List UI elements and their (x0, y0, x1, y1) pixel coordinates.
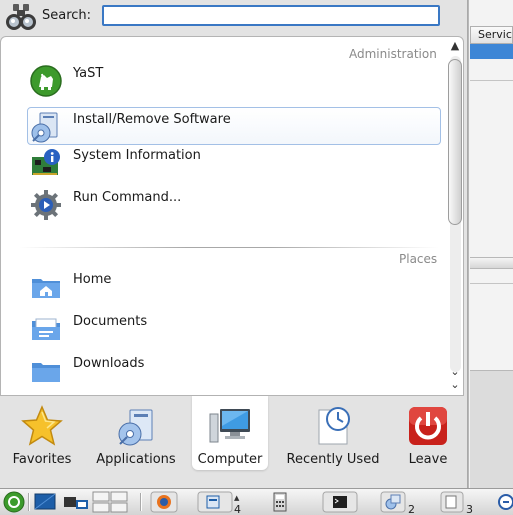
taskbar-separator (140, 493, 142, 511)
item-label: Run Command... (73, 190, 182, 205)
background-column-header[interactable]: Service (470, 26, 513, 44)
documents-folder-icon (32, 318, 60, 340)
network-icon[interactable] (496, 491, 513, 513)
scroll-up-button[interactable]: ▲ (446, 39, 464, 53)
task-group-count: 3 (466, 503, 473, 515)
tab-label: Recently Used (286, 452, 380, 467)
install-software-icon (31, 112, 58, 143)
show-desktop-icon[interactable] (33, 491, 57, 513)
background-lower-panel (470, 370, 513, 488)
list-item-home[interactable]: Home (27, 267, 441, 305)
task-group-count: 4 (234, 503, 241, 515)
file-manager-icon[interactable] (440, 491, 464, 513)
list-item-install-remove-software[interactable]: Install/Remove Software (27, 107, 441, 145)
tab-label: Favorites (12, 452, 72, 467)
results-scrollbar[interactable]: ▲ ⌄ ⌄ (446, 39, 464, 395)
tab-computer[interactable]: Computer (192, 396, 268, 470)
tab-favorites[interactable]: Favorites (4, 396, 80, 470)
yast-icon (30, 65, 62, 97)
list-item-run-command[interactable]: Run Command... (27, 185, 441, 223)
tab-label: Applications (96, 452, 176, 467)
taskbar: ▲ 4 2 3 (0, 488, 513, 515)
task-group-count: 2 (408, 503, 415, 515)
list-item-system-information[interactable]: System Information (27, 143, 441, 181)
power-icon (409, 407, 447, 445)
item-label: Install/Remove Software (73, 112, 231, 127)
section-divider (19, 247, 439, 248)
search-label: Search: (42, 8, 92, 23)
devices-icon[interactable] (62, 491, 90, 513)
search-row: Search: (0, 0, 468, 34)
taskbar-separator (28, 493, 30, 511)
background-selected-row (470, 44, 513, 59)
application-launcher: Search: Administration YaST Install/Remo… (0, 0, 468, 488)
software-manager-icon[interactable] (380, 491, 406, 513)
item-label: Downloads (73, 356, 145, 371)
recently-used-icon (318, 407, 350, 445)
firefox-icon[interactable] (150, 491, 178, 513)
list-item-downloads[interactable]: Downloads (27, 351, 441, 389)
tab-applications[interactable]: Applications (86, 396, 186, 470)
tab-label: Leave (408, 452, 448, 467)
tab-leave[interactable]: Leave (394, 396, 462, 470)
background-splitter (470, 257, 513, 269)
home-folder-icon (32, 279, 60, 298)
results-list: Administration YaST Install/Remove Softw… (0, 36, 464, 396)
calculator-icon[interactable] (270, 491, 290, 513)
run-command-icon (31, 190, 61, 220)
section-title-places: Places (399, 252, 438, 266)
pager-icon[interactable] (92, 491, 128, 513)
launcher-menu-icon[interactable] (2, 491, 26, 513)
tab-label: Computer (197, 452, 263, 467)
binoculars-icon (6, 4, 36, 30)
search-input[interactable] (102, 5, 440, 26)
terminal-icon[interactable] (322, 491, 358, 513)
task-manager-icon[interactable] (197, 491, 233, 513)
item-label: YaST (73, 66, 104, 81)
task-group-arrow[interactable]: ▲ (234, 494, 239, 502)
downloads-folder-icon (32, 363, 60, 382)
scroll-thumb[interactable] (448, 59, 462, 225)
background-row-divider (470, 80, 513, 81)
item-label: System Information (73, 148, 201, 163)
applications-icon (118, 409, 153, 446)
scroll-down-button-2[interactable]: ⌄ (446, 378, 464, 392)
section-title-administration: Administration (349, 47, 437, 61)
item-label: Home (73, 272, 112, 287)
list-item-documents[interactable]: Documents (27, 309, 441, 347)
star-icon (21, 405, 63, 446)
item-label: Documents (73, 314, 148, 329)
background-row-divider (470, 283, 513, 284)
tab-recently-used[interactable]: Recently Used (280, 396, 386, 470)
computer-icon (209, 409, 250, 443)
list-item-yast[interactable]: YaST (27, 61, 441, 99)
scroll-down-button[interactable]: ⌄ (446, 365, 464, 379)
system-information-icon (32, 149, 60, 175)
category-tabs: Favorites Applications Computer Recently… (0, 396, 468, 470)
